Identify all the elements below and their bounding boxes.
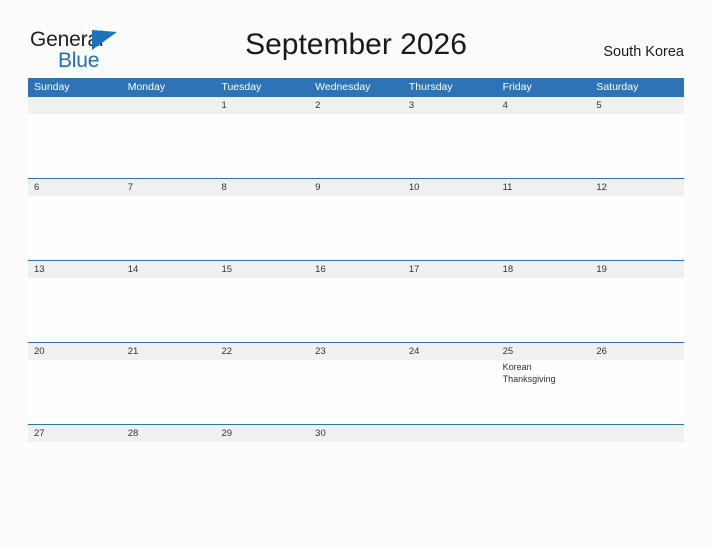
day-cell[interactable] xyxy=(309,196,403,260)
day-cell[interactable] xyxy=(403,442,497,444)
day-number[interactable]: 24 xyxy=(403,343,497,360)
day-number[interactable]: 27 xyxy=(28,425,122,442)
day-number[interactable]: 6 xyxy=(28,179,122,196)
day-cell[interactable] xyxy=(309,114,403,178)
day-number[interactable]: 12 xyxy=(590,179,684,196)
day-cell[interactable] xyxy=(403,278,497,342)
day-cell[interactable] xyxy=(215,360,309,424)
day-cell[interactable] xyxy=(497,114,591,178)
weekday-header-monday: Monday xyxy=(127,81,166,93)
day-cell[interactable] xyxy=(403,360,497,424)
calendar-week-row: 1 2 3 4 5 xyxy=(28,97,684,178)
day-cell[interactable] xyxy=(590,278,684,342)
day-number[interactable]: 17 xyxy=(403,261,497,278)
day-number[interactable]: 9 xyxy=(309,179,403,196)
day-number[interactable]: 1 xyxy=(215,97,309,114)
calendar-week-row: 27 28 29 30 xyxy=(28,424,684,442)
day-number[interactable]: 8 xyxy=(215,179,309,196)
day-cell[interactable] xyxy=(122,278,216,342)
day-number[interactable]: 18 xyxy=(497,261,591,278)
day-cell[interactable] xyxy=(28,360,122,424)
day-number[interactable] xyxy=(497,425,591,442)
calendar-grid: Sunday Monday Tuesday Wednesday Thursday… xyxy=(28,78,684,442)
day-number[interactable]: 30 xyxy=(309,425,403,442)
day-cell[interactable] xyxy=(215,278,309,342)
day-cell[interactable] xyxy=(497,196,591,260)
day-cell[interactable] xyxy=(28,114,122,178)
week-date-strip: 1 2 3 4 5 xyxy=(28,97,684,114)
day-cell[interactable] xyxy=(309,360,403,424)
day-number[interactable]: 14 xyxy=(122,261,216,278)
day-number[interactable] xyxy=(590,425,684,442)
day-number[interactable]: 22 xyxy=(215,343,309,360)
day-number[interactable]: 13 xyxy=(28,261,122,278)
day-cell[interactable] xyxy=(309,442,403,444)
day-cell[interactable] xyxy=(28,442,122,444)
day-cell[interactable] xyxy=(497,278,591,342)
weekday-header-row: Sunday Monday Tuesday Wednesday Thursday… xyxy=(28,78,684,97)
day-number[interactable] xyxy=(403,425,497,442)
weekday-header-friday: Friday xyxy=(502,81,532,93)
day-number[interactable]: 7 xyxy=(122,179,216,196)
week-event-body xyxy=(28,114,684,178)
day-cell[interactable] xyxy=(122,196,216,260)
day-cell[interactable] xyxy=(122,114,216,178)
week-date-strip: 6 7 8 9 10 11 12 xyxy=(28,178,684,196)
day-cell[interactable] xyxy=(122,360,216,424)
page-header: General Blue September 2026 South Korea xyxy=(0,0,712,78)
weekday-header-wednesday: Wednesday xyxy=(315,81,371,93)
day-cell[interactable] xyxy=(215,196,309,260)
calendar-week-row: 20 21 22 23 24 25 26 Korean Thanksgiving xyxy=(28,342,684,424)
day-number[interactable]: 19 xyxy=(590,261,684,278)
week-event-body xyxy=(28,196,684,260)
week-event-body xyxy=(28,278,684,342)
weekday-header-thursday: Thursday xyxy=(408,81,453,93)
day-cell[interactable] xyxy=(215,442,309,444)
day-number[interactable]: 26 xyxy=(590,343,684,360)
day-number[interactable]: 10 xyxy=(403,179,497,196)
weekday-header-tuesday: Tuesday xyxy=(221,81,262,93)
day-cell[interactable] xyxy=(497,442,591,444)
day-cell[interactable] xyxy=(28,278,122,342)
day-cell[interactable] xyxy=(403,196,497,260)
week-event-body: Korean Thanksgiving xyxy=(28,360,684,424)
day-number[interactable]: 15 xyxy=(215,261,309,278)
day-event-korean-thanksgiving: Korean Thanksgiving xyxy=(502,362,556,384)
day-cell[interactable] xyxy=(590,442,684,444)
day-number[interactable] xyxy=(28,97,122,114)
day-cell[interactable] xyxy=(590,114,684,178)
day-number[interactable]: 28 xyxy=(122,425,216,442)
country-label: South Korea xyxy=(603,44,684,60)
week-date-strip: 27 28 29 30 xyxy=(28,424,684,442)
day-cell[interactable] xyxy=(590,360,684,424)
day-number[interactable]: 11 xyxy=(497,179,591,196)
day-number[interactable]: 20 xyxy=(28,343,122,360)
day-number[interactable]: 5 xyxy=(590,97,684,114)
day-cell[interactable] xyxy=(309,278,403,342)
week-date-strip: 20 21 22 23 24 25 26 xyxy=(28,342,684,360)
weekday-header-saturday: Saturday xyxy=(596,81,639,93)
day-number[interactable]: 4 xyxy=(497,97,591,114)
day-cell[interactable] xyxy=(403,114,497,178)
day-number[interactable] xyxy=(122,97,216,114)
day-number[interactable]: 23 xyxy=(309,343,403,360)
weekday-header-sunday: Sunday xyxy=(34,81,70,93)
day-number[interactable]: 29 xyxy=(215,425,309,442)
day-cell[interactable]: Korean Thanksgiving xyxy=(497,360,591,424)
day-number[interactable]: 16 xyxy=(309,261,403,278)
day-cell[interactable] xyxy=(28,196,122,260)
week-date-strip: 13 14 15 16 17 18 19 xyxy=(28,260,684,278)
day-number[interactable]: 25 xyxy=(497,343,591,360)
calendar-week-row: 6 7 8 9 10 11 12 xyxy=(28,178,684,260)
day-number[interactable]: 2 xyxy=(309,97,403,114)
day-cell[interactable] xyxy=(215,114,309,178)
day-number[interactable]: 3 xyxy=(403,97,497,114)
day-cell[interactable] xyxy=(590,196,684,260)
calendar-week-row: 13 14 15 16 17 18 19 xyxy=(28,260,684,342)
day-cell[interactable] xyxy=(122,442,216,444)
day-number[interactable]: 21 xyxy=(122,343,216,360)
